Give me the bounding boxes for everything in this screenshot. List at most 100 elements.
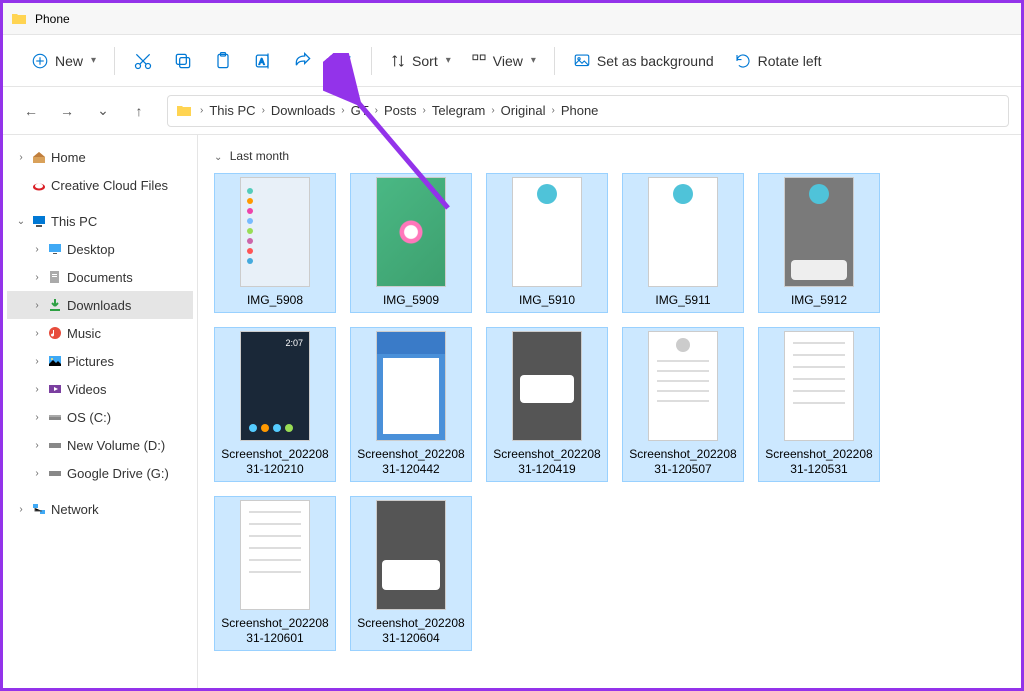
copy-button[interactable] (163, 41, 203, 81)
thumbnail (376, 331, 446, 441)
chevron-right-icon: › (31, 244, 43, 255)
chevron-right-icon: › (15, 152, 27, 163)
file-label: Screenshot_20220831-120601 (218, 616, 332, 647)
sort-button[interactable]: Sort ▾ (380, 47, 461, 75)
chevron-right-icon: › (260, 105, 267, 116)
sidebar-item-google-drive[interactable]: › Google Drive (G:) (7, 459, 193, 487)
thumbnail (376, 177, 446, 287)
drive-icon (47, 409, 63, 425)
chevron-right-icon: › (15, 504, 27, 515)
tree-label: Creative Cloud Files (51, 178, 168, 193)
thumbnail (648, 331, 718, 441)
thumbnail (376, 500, 446, 610)
chevron-right-icon: › (31, 384, 43, 395)
new-button[interactable]: New ▾ (21, 46, 106, 76)
separator (371, 47, 372, 75)
chevron-right-icon: › (31, 328, 43, 339)
rename-button[interactable]: A (243, 41, 283, 81)
file-item[interactable]: IMG_5911 (622, 173, 744, 313)
breadcrumb[interactable]: › This PC › Downloads › GT › Posts › Tel… (167, 95, 1009, 127)
chevron-down-icon: ⌄ (214, 152, 222, 163)
back-button[interactable]: ← (15, 95, 47, 127)
sort-label: Sort (412, 53, 438, 69)
tree-label: Pictures (67, 354, 114, 369)
file-label: IMG_5910 (519, 293, 575, 309)
sidebar-item-new-volume[interactable]: › New Volume (D:) (7, 431, 193, 459)
tree-label: New Volume (D:) (67, 438, 165, 453)
view-button[interactable]: View ▾ (461, 47, 546, 75)
tree-label: Videos (67, 382, 107, 397)
sidebar-item-desktop[interactable]: › Desktop (7, 235, 193, 263)
creative-cloud-icon (31, 177, 47, 193)
sidebar-item-videos[interactable]: › Videos (7, 375, 193, 403)
documents-icon (47, 269, 63, 285)
recent-dropdown[interactable]: ⌄ (87, 95, 119, 127)
background-label: Set as background (597, 53, 714, 69)
chevron-down-icon: ▾ (91, 55, 96, 66)
delete-button[interactable] (323, 41, 363, 81)
file-item[interactable]: IMG_5910 (486, 173, 608, 313)
chevron-down-icon: ▾ (446, 55, 451, 66)
file-item[interactable]: Screenshot_20220831-120419 (486, 327, 608, 482)
set-background-button[interactable]: Set as background (563, 46, 724, 76)
file-label: Screenshot_20220831-120442 (354, 447, 468, 478)
separator (114, 47, 115, 75)
sidebar-item-music[interactable]: › Music (7, 319, 193, 347)
breadcrumb-item[interactable]: This PC (205, 101, 259, 120)
thumbnail (512, 331, 582, 441)
file-item[interactable]: Screenshot_20220831-120604 (350, 496, 472, 651)
paste-button[interactable] (203, 41, 243, 81)
sidebar-item-home[interactable]: › Home (7, 143, 193, 171)
music-icon (47, 325, 63, 341)
tree-label: This PC (51, 214, 97, 229)
chevron-right-icon: › (198, 105, 205, 116)
file-item[interactable]: Screenshot_20220831-120601 (214, 496, 336, 651)
file-item[interactable]: 2:07Screenshot_20220831-120210 (214, 327, 336, 482)
downloads-icon (47, 297, 63, 313)
breadcrumb-item[interactable]: Phone (557, 101, 603, 120)
window-title: Phone (35, 12, 70, 26)
chevron-right-icon: › (31, 356, 43, 367)
up-button[interactable]: ↑ (123, 95, 155, 127)
sidebar-item-pictures[interactable]: › Pictures (7, 347, 193, 375)
rotate-left-button[interactable]: Rotate left (724, 46, 832, 76)
sidebar-item-this-pc[interactable]: ⌄ This PC (7, 207, 193, 235)
breadcrumb-item[interactable]: Telegram (428, 101, 489, 120)
file-item[interactable]: IMG_5908 (214, 173, 336, 313)
file-item[interactable]: Screenshot_20220831-120507 (622, 327, 744, 482)
sidebar-item-os-c[interactable]: › OS (C:) (7, 403, 193, 431)
file-item[interactable]: IMG_5909 (350, 173, 472, 313)
toolbar: New ▾ A Sort ▾ View ▾ Set as background … (3, 35, 1021, 87)
file-label: IMG_5908 (247, 293, 303, 309)
file-item[interactable]: Screenshot_20220831-120531 (758, 327, 880, 482)
forward-button[interactable]: → (51, 95, 83, 127)
chevron-down-icon: ⌄ (15, 216, 27, 227)
breadcrumb-item[interactable]: Posts (380, 101, 421, 120)
videos-icon (47, 381, 63, 397)
chevron-right-icon: › (421, 105, 428, 116)
group-header[interactable]: ⌄ Last month (214, 149, 1005, 163)
view-label: View (493, 53, 523, 69)
thumbnail (240, 177, 310, 287)
share-button[interactable] (283, 41, 323, 81)
breadcrumb-item[interactable]: Original (497, 101, 550, 120)
tree-label: Downloads (67, 298, 131, 313)
sidebar-item-documents[interactable]: › Documents (7, 263, 193, 291)
file-label: Screenshot_20220831-120419 (490, 447, 604, 478)
breadcrumb-item[interactable]: Downloads (267, 101, 339, 120)
sidebar-item-downloads[interactable]: › Downloads (7, 291, 193, 319)
network-icon (31, 501, 47, 517)
chevron-right-icon: › (31, 440, 43, 451)
thumbnail (784, 177, 854, 287)
breadcrumb-item[interactable]: GT (347, 101, 373, 120)
file-item[interactable]: IMG_5912 (758, 173, 880, 313)
file-item[interactable]: Screenshot_20220831-120442 (350, 327, 472, 482)
chevron-down-icon: ▾ (531, 55, 536, 66)
titlebar: Phone (3, 3, 1021, 35)
sidebar-item-creative-cloud[interactable]: Creative Cloud Files (7, 171, 193, 199)
folder-icon (11, 11, 27, 27)
sidebar-item-network[interactable]: › Network (7, 495, 193, 523)
tree-label: Documents (67, 270, 133, 285)
home-icon (31, 149, 47, 165)
cut-button[interactable] (123, 41, 163, 81)
